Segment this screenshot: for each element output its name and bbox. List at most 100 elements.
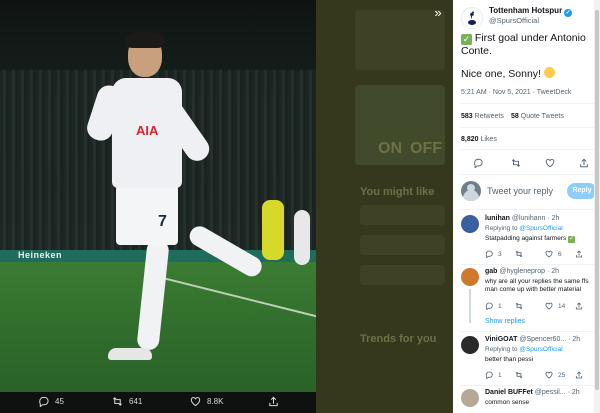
- background-player: [294, 210, 310, 265]
- media-like-button[interactable]: 8.8K: [190, 396, 223, 407]
- reply-author-name[interactable]: lunihan: [485, 215, 510, 222]
- reply-avatar[interactable]: [461, 336, 479, 354]
- reply-time[interactable]: · 2h: [568, 389, 580, 396]
- replying-to: Replying to @SpursOfficial: [485, 346, 563, 353]
- tweet-panel: Tottenham Hotspur ✓ @SpursOfficial ✓ Firs…: [453, 0, 600, 413]
- reply-author-handle[interactable]: @pessil...: [535, 389, 566, 396]
- reply-retweet-button[interactable]: [515, 371, 523, 379]
- divider: [461, 385, 595, 386]
- share-button[interactable]: [579, 155, 591, 168]
- bg-on-label: ON: [378, 140, 402, 157]
- replying-to-handle[interactable]: @SpursOfficial: [519, 225, 562, 232]
- reply-share-button[interactable]: [575, 302, 583, 310]
- shirt-sponsor: AIA: [136, 123, 159, 138]
- reply-like-count: 14: [558, 302, 566, 310]
- divider: [461, 264, 595, 265]
- reply-item[interactable]: ViniGOAT @Spencer60... · 2h Replying to …: [461, 336, 597, 384]
- reply-item[interactable]: lunihan @lunihann · 2h Replying to @Spur…: [461, 215, 597, 263]
- reply-share-button[interactable]: [575, 250, 583, 258]
- goalkeeper: [262, 200, 284, 260]
- reply-actions: 1 14: [485, 302, 597, 312]
- tweet-actions: [461, 155, 595, 169]
- retweet-button[interactable]: [511, 155, 523, 167]
- tweet-author[interactable]: Tottenham Hotspur ✓ @SpursOfficial: [461, 6, 596, 29]
- reply-text: better than pessi: [485, 356, 534, 363]
- reply-time[interactable]: · 2h: [547, 215, 559, 222]
- reply-avatar[interactable]: [461, 215, 479, 233]
- reply-avatar[interactable]: [461, 268, 479, 286]
- reply-share-button[interactable]: [575, 371, 583, 379]
- reply-author-handle[interactable]: @Spencer60...: [519, 336, 566, 343]
- tweet-timestamp[interactable]: 5:21 AM · Nov 5, 2021 · TweetDeck: [461, 89, 571, 96]
- expand-icon[interactable]: »: [430, 5, 446, 21]
- user-avatar[interactable]: [461, 181, 481, 201]
- shirt-number: 7: [158, 213, 167, 230]
- media-share-button[interactable]: [268, 396, 279, 407]
- reply-input[interactable]: Tweet your reply: [487, 186, 553, 196]
- media-retweet-button[interactable]: 641: [112, 396, 142, 407]
- heart-icon: [545, 371, 553, 379]
- retweet-icon: [515, 302, 523, 310]
- share-icon: [575, 371, 583, 379]
- divider: [461, 331, 595, 332]
- reply-time[interactable]: · 2h: [568, 336, 580, 343]
- media-action-bar: 45 641 8.8K: [0, 392, 316, 413]
- spurs-avatar[interactable]: [461, 7, 483, 29]
- reply-reply-button[interactable]: 1: [485, 302, 502, 310]
- reply-reply-count: 3: [498, 250, 502, 258]
- reply-author-handle[interactable]: @hygleneprop: [499, 268, 545, 275]
- player-shorts: [116, 185, 178, 245]
- reply-like-button[interactable]: 14: [545, 302, 565, 310]
- bg-you-might-like: You might like: [360, 186, 435, 198]
- reply-reply-count: 1: [498, 302, 502, 310]
- reply-item[interactable]: gab @hygleneprop · 2h why are all your r…: [461, 268, 597, 323]
- retweet-icon: [113, 397, 122, 406]
- tweet-text: ✓ First goal under Antonio Conte. Nice o…: [461, 32, 595, 81]
- reply-author-name[interactable]: Daniel BUFFet: [485, 389, 533, 396]
- grinning-emoji-icon: [543, 67, 555, 78]
- replying-to-handle[interactable]: @SpursOfficial: [519, 346, 562, 353]
- reply-button[interactable]: [473, 155, 485, 169]
- reply-header: lunihan @lunihann · 2h: [485, 215, 559, 222]
- retweet-icon: [515, 250, 523, 258]
- retweet-stats[interactable]: 583 Retweets: [461, 113, 504, 120]
- reply-avatar[interactable]: [461, 389, 479, 407]
- player-leg: [136, 239, 170, 351]
- tweet-photo[interactable]: Heineken 7 AIA: [0, 0, 316, 392]
- media-reply-button[interactable]: 45: [38, 396, 64, 407]
- retweets-count: 583: [461, 113, 473, 120]
- thread-line: [469, 289, 471, 323]
- show-replies-link[interactable]: Show replies: [485, 318, 525, 325]
- check-mark-emoji-icon: ✓: [568, 236, 576, 243]
- author-handle[interactable]: @SpursOfficial: [489, 16, 539, 25]
- reply-icon: [485, 250, 493, 258]
- reply-author-name[interactable]: ViniGOAT: [485, 336, 517, 343]
- like-button[interactable]: [545, 155, 557, 168]
- reply-author-name[interactable]: gab: [485, 268, 497, 275]
- reply-reply-button[interactable]: 3: [485, 250, 502, 258]
- reply-icon: [485, 371, 493, 379]
- heart-icon: [545, 250, 553, 258]
- reply-time[interactable]: · 2h: [547, 268, 559, 275]
- reply-like-count: 25: [558, 371, 566, 379]
- reply-retweet-button[interactable]: [515, 250, 523, 258]
- tweet-text-line2: Nice one, Sonny!: [461, 68, 541, 80]
- replying-to-label: Replying to: [485, 346, 518, 353]
- retweet-icon: [515, 371, 523, 379]
- divider: [461, 174, 595, 175]
- reply-submit-button[interactable]: Reply: [567, 183, 597, 199]
- reply-icon: [485, 302, 493, 310]
- like-stats[interactable]: 8,820 Likes: [461, 136, 497, 143]
- reply-reply-button[interactable]: 1: [485, 371, 502, 379]
- reply-like-button[interactable]: 25: [545, 371, 565, 379]
- reply-like-button[interactable]: 6: [545, 250, 562, 258]
- replying-to-label: Replying to: [485, 225, 518, 232]
- reply-retweet-button[interactable]: [515, 302, 523, 310]
- reply-author-handle[interactable]: @lunihann: [512, 215, 546, 222]
- bg-suggestion: [360, 235, 445, 255]
- reply-header: Daniel BUFFet @pessil... · 2h: [485, 389, 580, 396]
- reply-item[interactable]: Daniel BUFFet @pessil... · 2h common sen…: [461, 389, 597, 413]
- reply-composer: Tweet your reply Reply: [461, 180, 597, 204]
- quote-stats[interactable]: 58 Quote Tweets: [511, 113, 564, 120]
- scrollbar-thumb[interactable]: [595, 10, 599, 390]
